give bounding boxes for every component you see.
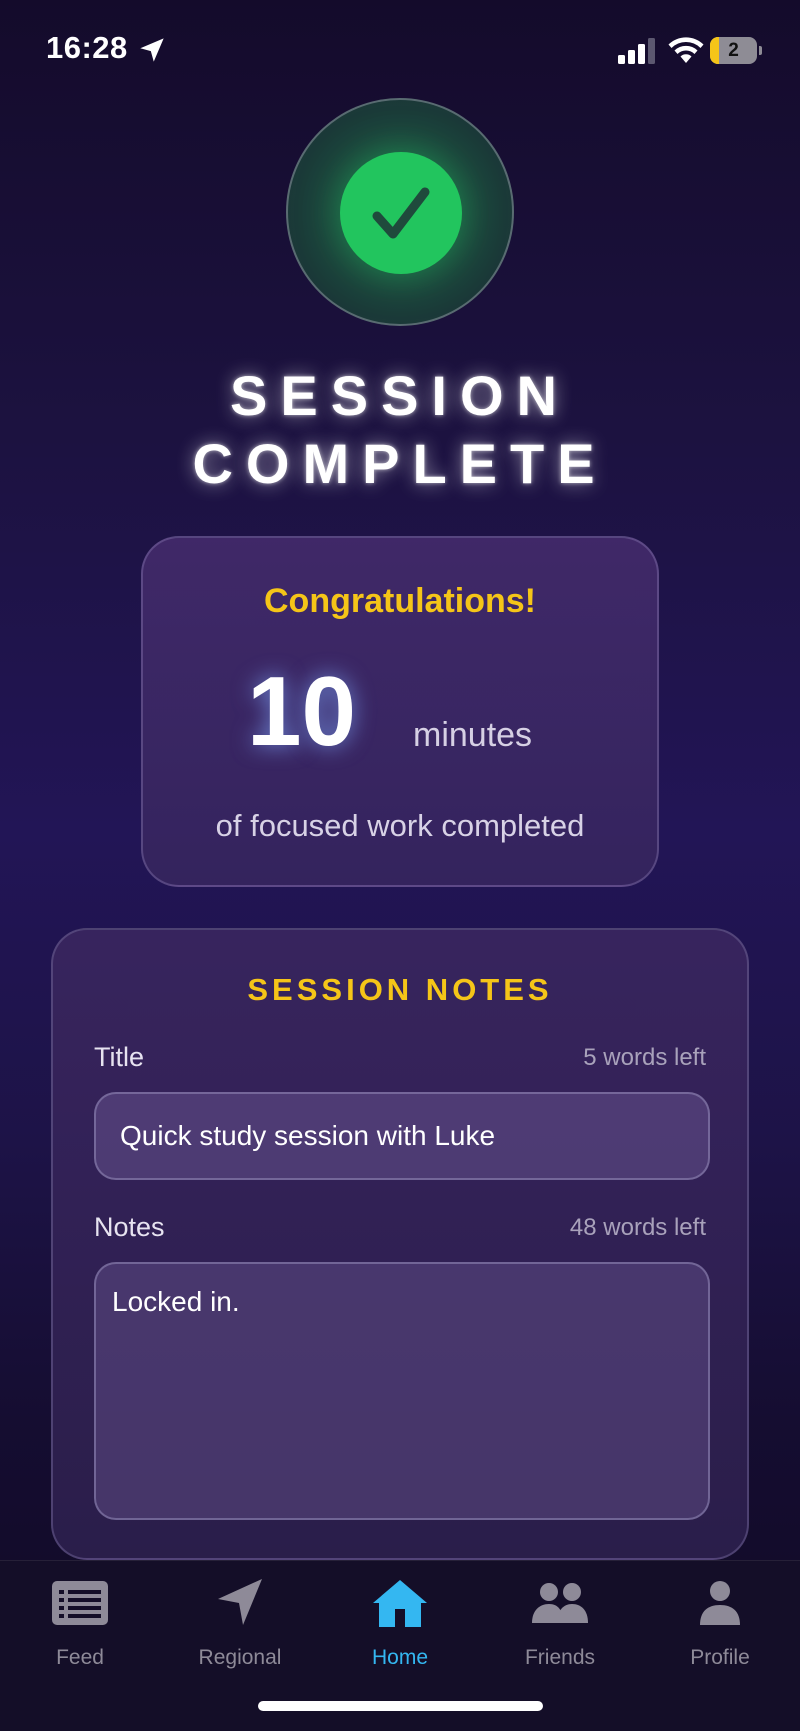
profile-icon xyxy=(700,1581,740,1625)
navigation-arrow-icon xyxy=(218,1579,262,1625)
page-title: SESSION COMPLETE xyxy=(0,362,800,498)
tab-label-friends: Friends xyxy=(524,1646,596,1669)
wifi-icon xyxy=(668,37,704,63)
title-label: Title xyxy=(94,1042,145,1072)
title-line-1: SESSION xyxy=(230,364,570,427)
notes-textarea[interactable]: Locked in. xyxy=(94,1262,710,1520)
friends-icon xyxy=(532,1583,588,1623)
session-notes-card: SESSION NOTES Title 5 words left Notes 4… xyxy=(51,928,749,1560)
title-words-left: 5 words left xyxy=(583,1044,706,1071)
minutes-value: 10 xyxy=(247,656,357,766)
notes-label: Notes xyxy=(94,1212,165,1242)
summary-card: Congratulations! 10 minutes of focused w… xyxy=(141,536,659,887)
tab-profile[interactable]: Profile xyxy=(640,1561,800,1681)
battery-icon: 2 xyxy=(710,37,762,64)
notes-words-left: 48 words left xyxy=(569,1214,706,1241)
checkmark-icon xyxy=(372,187,430,239)
tab-regional[interactable]: Regional xyxy=(160,1561,320,1681)
home-indicator[interactable] xyxy=(258,1701,543,1711)
tab-label-profile: Profile xyxy=(690,1646,750,1669)
tab-home[interactable]: Home xyxy=(320,1561,480,1681)
status-time: 16:28 xyxy=(46,30,128,65)
tab-label-feed: Feed xyxy=(56,1646,104,1669)
notes-heading: SESSION NOTES xyxy=(247,972,553,1007)
status-bar: 16:28 2 xyxy=(0,0,800,100)
title-line-2: COMPLETE xyxy=(192,432,608,495)
tab-friends[interactable]: Friends xyxy=(480,1561,640,1681)
cellular-signal-icon xyxy=(618,38,655,64)
location-arrow-icon xyxy=(140,38,164,62)
tab-feed[interactable]: Feed xyxy=(0,1561,160,1681)
feed-icon xyxy=(52,1581,108,1625)
home-icon xyxy=(373,1580,427,1627)
tab-label-regional: Regional xyxy=(198,1646,282,1669)
success-badge xyxy=(286,98,514,326)
congrats-text: Congratulations! xyxy=(264,582,536,620)
battery-level: 2 xyxy=(728,40,739,61)
minutes-unit: minutes xyxy=(413,716,533,754)
title-input[interactable] xyxy=(94,1092,710,1180)
tab-label-home: Home xyxy=(371,1646,429,1669)
focus-caption: of focused work completed xyxy=(215,808,585,843)
